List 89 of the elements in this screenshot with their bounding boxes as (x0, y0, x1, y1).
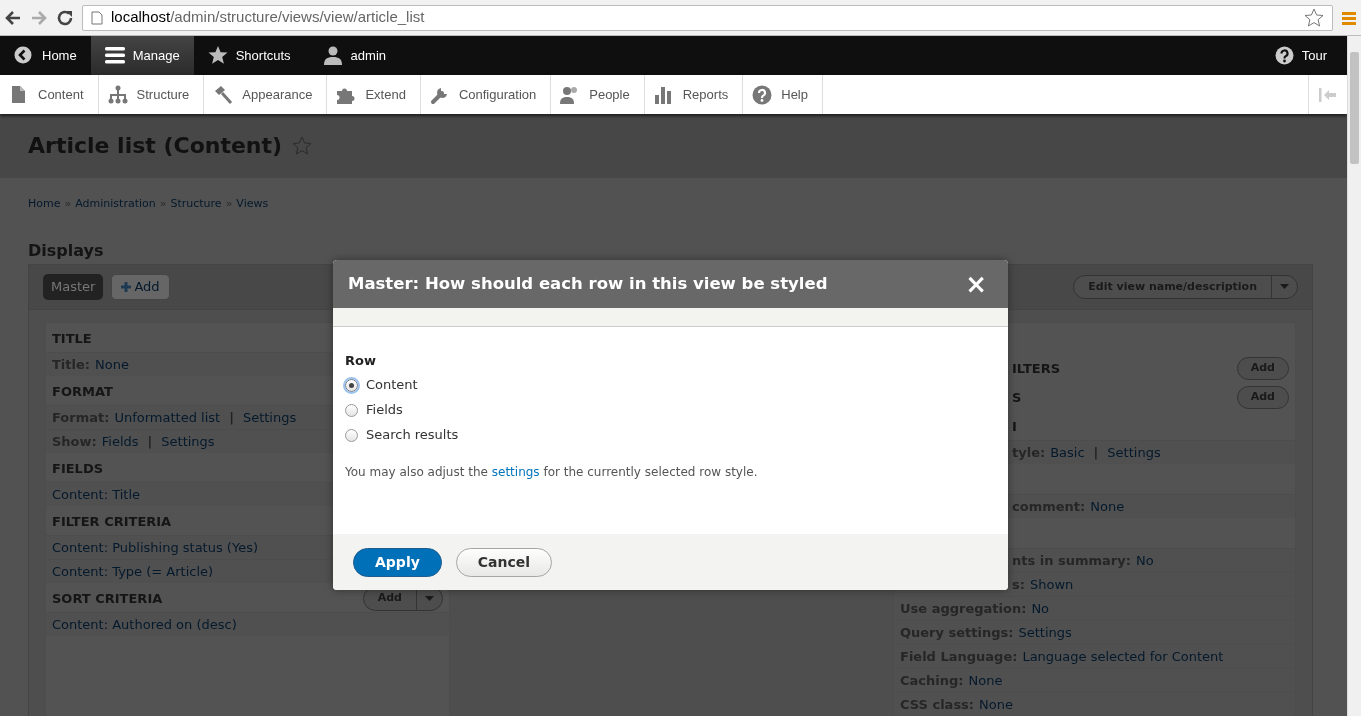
display-tab[interactable]: Master (43, 274, 104, 300)
star-icon (207, 46, 228, 65)
tray-link[interactable]: Configuration (420, 75, 552, 114)
breadcrumb-link[interactable]: Administration (75, 196, 156, 218)
tray-link[interactable]: Extend (327, 75, 421, 114)
section-label: FIELDS (52, 459, 104, 478)
tray-link[interactable]: Appearance (204, 75, 328, 114)
page-icon (91, 10, 103, 25)
breadcrumb-separator: » (159, 196, 167, 212)
setting-link[interactable]: Settings (161, 431, 215, 452)
section-label: SORT CRITERIA (52, 589, 163, 608)
setting-link[interactable]: Language selected for Content (1022, 646, 1224, 667)
field-label: Row (345, 352, 377, 370)
setting-link[interactable]: Settings (1018, 622, 1072, 643)
separator: | (1093, 443, 1099, 462)
toolbar-tab[interactable]: Shortcuts (193, 36, 305, 75)
star-icon[interactable] (292, 136, 313, 156)
section-label: I (1012, 417, 1017, 436)
reload-icon[interactable] (56, 8, 74, 27)
cancel-button[interactable]: Cancel (455, 547, 553, 577)
separator: | (229, 408, 234, 427)
collapse-icon (1319, 87, 1337, 102)
back-icon (14, 46, 34, 65)
caret-icon (425, 595, 434, 601)
radio-button[interactable] (345, 428, 358, 442)
section-label: ILTERS (1012, 359, 1061, 378)
back-icon[interactable] (4, 8, 22, 27)
section-label: TITLE (52, 329, 92, 348)
radio-button[interactable] (345, 403, 358, 417)
setting-link[interactable]: None (1090, 496, 1125, 517)
dialog-title: Master: How should each row in this view be styled (348, 274, 829, 294)
tray-link[interactable]: Help (743, 75, 823, 114)
breadcrumb-link[interactable]: Views (236, 196, 269, 218)
tray-link[interactable]: Structure (98, 75, 205, 114)
setting-link[interactable]: Content: Publishing status (Yes) (52, 537, 258, 558)
breadcrumb-separator: » (225, 196, 233, 212)
section-label: FORMAT (52, 382, 113, 401)
setting-link[interactable]: No (1135, 550, 1154, 571)
caret-icon (1280, 284, 1289, 290)
setting-link[interactable]: None (968, 670, 1003, 691)
settings-link[interactable]: settings (491, 464, 540, 479)
help-icon (752, 84, 773, 105)
scrollbar[interactable] (1347, 36, 1361, 716)
setting-link[interactable]: Shown (1029, 574, 1074, 595)
help-text: You may also adjust the settings for the currently selected row style. (345, 463, 759, 481)
apply-button[interactable]: Apply (353, 547, 442, 577)
url-field[interactable]: localhost/admin/structure/views/view/article_list (82, 4, 1333, 31)
setting-link[interactable]: Unformatted list (114, 407, 221, 428)
setting-link[interactable]: Settings (1107, 442, 1161, 463)
radio-label: Content (366, 376, 418, 395)
menu-icon (104, 46, 125, 65)
breadcrumb-link[interactable]: Home (28, 196, 61, 218)
radio-label: Fields (366, 401, 403, 420)
radio-label: Search results (366, 426, 459, 445)
bar-chart-icon (653, 84, 674, 105)
section-label: FILTER CRITERIA (52, 512, 172, 531)
toolbar-tab[interactable]: Home (0, 36, 91, 75)
setting-link[interactable]: None (979, 694, 1013, 715)
breadcrumb-link[interactable]: Structure (170, 196, 222, 218)
toolbar-tab[interactable]: admin (308, 36, 400, 75)
bookmark-star-icon[interactable] (1304, 7, 1324, 28)
section-label: S (1012, 388, 1022, 407)
tray-link[interactable]: Content (0, 75, 99, 114)
setting-link[interactable]: Content: Type (= Article) (52, 561, 214, 582)
plus-icon (121, 282, 132, 293)
help-icon (1274, 46, 1294, 65)
setting-link[interactable]: Content: Title (52, 484, 141, 505)
close-button[interactable]: × (959, 271, 993, 297)
setting-link[interactable]: None (95, 354, 129, 375)
hammer-icon (213, 84, 234, 105)
add-display-button[interactable]: Add (111, 274, 170, 300)
setting-link[interactable]: Fields (101, 431, 139, 452)
breadcrumb-separator: » (64, 196, 72, 212)
collapse-button[interactable] (1308, 75, 1347, 114)
radio-button[interactable] (345, 378, 358, 392)
setting-link[interactable]: Settings (242, 407, 297, 428)
setting-link[interactable]: Basic (1050, 442, 1085, 463)
toolbar-tab[interactable]: Manage (90, 36, 194, 75)
separator: | (147, 432, 153, 451)
tour-button[interactable]: Tour (1260, 36, 1341, 75)
tray-link[interactable]: People (551, 75, 645, 114)
section-heading: Displays (28, 241, 105, 261)
tray-link[interactable]: Reports (644, 75, 744, 114)
setting-link[interactable]: No (1031, 598, 1050, 619)
forward-icon[interactable] (30, 8, 48, 27)
user-icon (322, 46, 343, 65)
setting-link[interactable]: Content: Authored on (desc) (52, 614, 237, 635)
menu-icon[interactable] (1341, 9, 1357, 26)
sitemap-icon (107, 84, 128, 105)
